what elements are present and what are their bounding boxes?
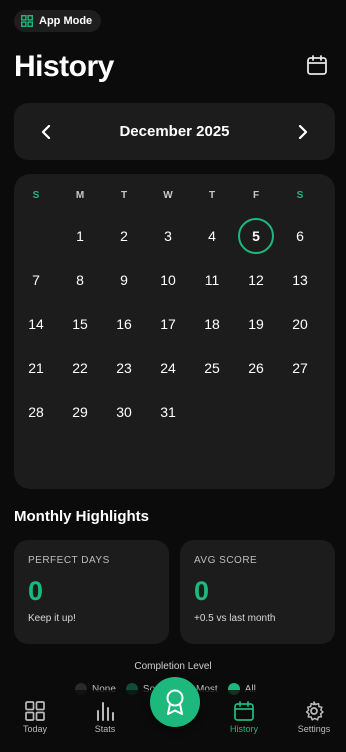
month-label: December 2025 <box>119 123 230 140</box>
calendar-day[interactable]: 13 <box>282 262 318 298</box>
nav-label: Today <box>22 724 48 734</box>
calendar-day[interactable]: 25 <box>194 350 230 386</box>
grid-icon <box>25 701 45 721</box>
highlights-title: Monthly Highlights <box>14 508 149 525</box>
perfect-days-card: PERFECT DAYS 0 Keep it up! <box>14 540 169 644</box>
completion-legend-title: Completion Level <box>134 661 212 672</box>
calendar-day[interactable]: 17 <box>150 306 186 342</box>
award-icon <box>166 689 184 715</box>
calendar-day[interactable]: 12 <box>238 262 274 298</box>
calendar-grid: S M T W T F S 1 2 3 4 5 6 7 8 9 10 11 12 13 14 15 16 17 18 19 20 21… <box>14 174 335 489</box>
calendar-day[interactable]: 9 <box>106 262 142 298</box>
calendar-day[interactable]: 15 <box>62 306 98 342</box>
calendar-day[interactable]: 16 <box>106 306 142 342</box>
calendar-day[interactable]: 23 <box>106 350 142 386</box>
perfect-days-label: PERFECT DAYS <box>28 555 110 566</box>
calendar-day[interactable]: 28 <box>18 394 54 430</box>
weekday-header: F <box>252 190 260 201</box>
calendar-day[interactable]: 27 <box>282 350 318 386</box>
weekday-header: W <box>163 190 173 201</box>
grid-icon <box>21 15 33 27</box>
calendar-icon <box>234 701 254 721</box>
calendar-day[interactable]: 22 <box>62 350 98 386</box>
weekday-header: S <box>296 190 304 201</box>
calendar-day[interactable]: 3 <box>150 218 186 254</box>
nav-settings[interactable]: Settings <box>284 700 344 734</box>
calendar-day[interactable]: 31 <box>150 394 186 430</box>
bar-chart-icon <box>97 702 114 721</box>
month-navigator: December 2025 <box>14 103 335 160</box>
weekday-header: S <box>32 190 40 201</box>
avg-score-sub: +0.5 vs last month <box>194 613 276 624</box>
calendar-day[interactable]: 19 <box>238 306 274 342</box>
app-mode-label: App Mode <box>39 15 93 27</box>
weekday-header: T <box>120 190 128 201</box>
weekday-header: T <box>208 190 216 201</box>
calendar-day[interactable]: 21 <box>18 350 54 386</box>
avg-score-value: 0 <box>194 576 210 606</box>
calendar-day[interactable]: 1 <box>62 218 98 254</box>
calendar-day[interactable]: 2 <box>106 218 142 254</box>
calendar-day[interactable]: 7 <box>18 262 54 298</box>
avg-score-card: AVG SCORE 0 +0.5 vs last month <box>180 540 335 644</box>
nav-today[interactable]: Today <box>5 700 65 734</box>
nav-label: Stats <box>94 724 116 734</box>
nav-stats[interactable]: Stats <box>75 700 135 734</box>
calendar-day[interactable]: 10 <box>150 262 186 298</box>
chevron-left-icon[interactable] <box>36 122 56 142</box>
calendar-day[interactable]: 24 <box>150 350 186 386</box>
calendar-day[interactable]: 6 <box>282 218 318 254</box>
calendar-day[interactable]: 14 <box>18 306 54 342</box>
perfect-days-sub: Keep it up! <box>28 613 76 624</box>
calendar-day[interactable]: 29 <box>62 394 98 430</box>
calendar-day[interactable]: 11 <box>194 262 230 298</box>
nav-history[interactable]: History <box>214 700 274 734</box>
calendar-day[interactable]: 20 <box>282 306 318 342</box>
gear-icon <box>305 701 324 721</box>
calendar-day[interactable]: 26 <box>238 350 274 386</box>
calendar-icon[interactable] <box>306 54 328 76</box>
avg-score-label: AVG SCORE <box>194 555 258 566</box>
calendar-day-selected[interactable]: 5 <box>238 218 274 254</box>
calendar-day[interactable]: 4 <box>194 218 230 254</box>
perfect-days-value: 0 <box>28 576 44 606</box>
chevron-right-icon[interactable] <box>293 122 313 142</box>
page-title: History <box>14 50 114 83</box>
nav-label: Settings <box>297 724 331 734</box>
nav-label: History <box>229 724 258 734</box>
weekday-header: M <box>75 190 85 201</box>
calendar-day[interactable]: 30 <box>106 394 142 430</box>
award-fab-button[interactable] <box>150 677 200 727</box>
calendar-day[interactable]: 18 <box>194 306 230 342</box>
app-mode-toggle[interactable]: App Mode <box>14 10 102 32</box>
calendar-day[interactable]: 8 <box>62 262 98 298</box>
